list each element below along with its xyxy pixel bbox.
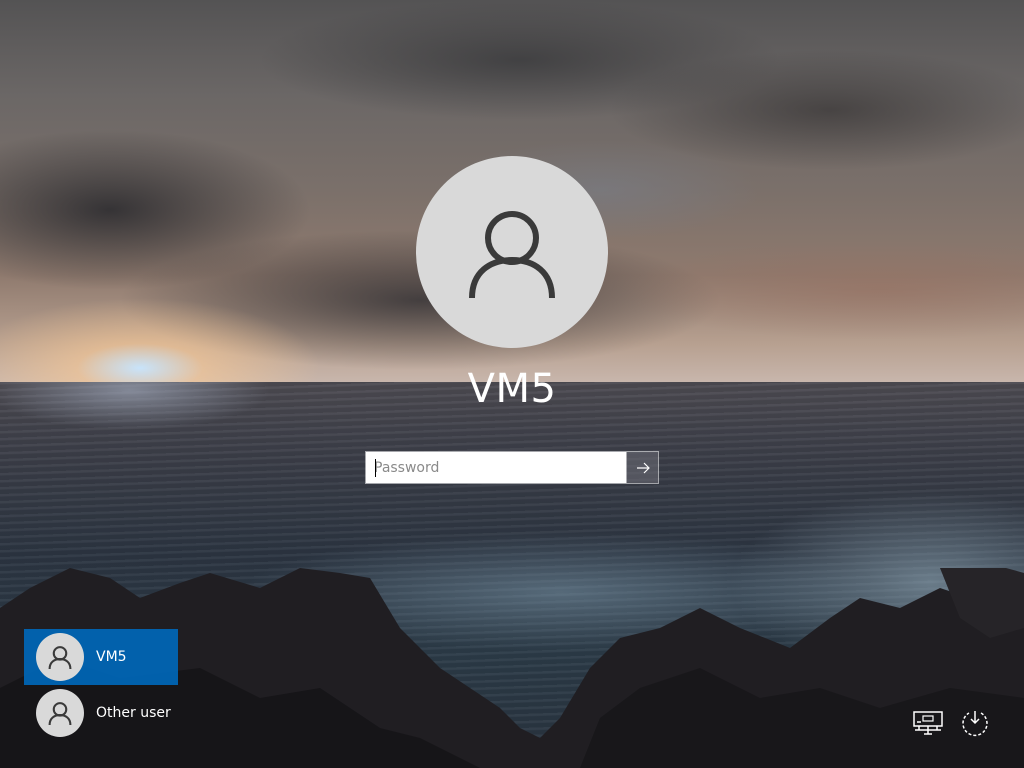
password-input[interactable] [366,452,626,483]
avatar [36,689,84,737]
user-list-item-label: Other user [96,705,171,721]
user-list-item-label: VM5 [96,649,127,665]
power-icon [962,711,988,737]
text-caret [375,459,376,477]
user-list: VM5 Other user [24,629,184,741]
lock-screen: VM5 VM5 Other user [0,0,1024,768]
network-icon [913,711,943,735]
avatar [36,633,84,681]
password-box [365,451,659,484]
arrow-right-icon [636,462,650,473]
user-icon [48,702,72,726]
username-label: VM5 [467,366,557,412]
user-list-item-vm5[interactable]: VM5 [24,629,178,685]
submit-button[interactable] [626,452,658,483]
user-list-item-other-user[interactable]: Other user [24,685,178,741]
user-avatar-large [416,156,608,348]
network-button[interactable] [911,706,945,740]
user-icon [48,646,72,670]
user-icon [469,211,555,299]
power-button[interactable] [958,706,992,740]
